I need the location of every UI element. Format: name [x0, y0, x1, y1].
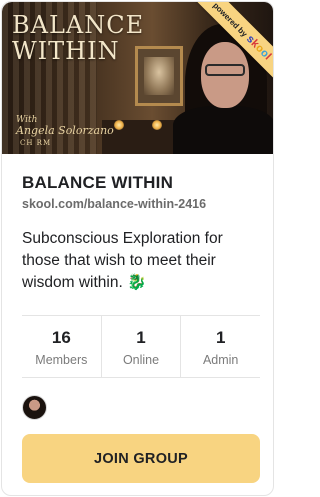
stat-admin-label: Admin — [202, 353, 239, 367]
banner-credentials: CH RM — [20, 139, 52, 147]
stat-online-value: 1 — [136, 328, 146, 347]
banner-candle — [152, 120, 162, 130]
group-name[interactable]: BALANCE WITHIN — [22, 173, 173, 193]
stat-online-label: Online — [122, 353, 160, 367]
member-avatar[interactable] — [22, 395, 47, 420]
group-card: BALANCE WITHIN With Angela Solorzano CH … — [1, 1, 274, 496]
stat-admin-value: 1 — [215, 328, 226, 347]
group-banner-image[interactable]: BALANCE WITHIN With Angela Solorzano CH … — [2, 2, 273, 154]
host-body — [173, 106, 273, 154]
banner-title-line2: WITHIN — [12, 37, 120, 65]
dragon-emoji-icon: 🐉 — [127, 274, 147, 291]
stat-members-label: Members — [35, 353, 88, 367]
group-description: Subconscious Exploration for those that … — [22, 228, 262, 294]
join-group-button[interactable]: JOIN GROUP — [22, 434, 260, 483]
stat-admin: 1 Admin — [180, 316, 260, 377]
stat-members-value: 16 — [51, 328, 71, 347]
group-url: skool.com/balance-within-2416 — [22, 197, 207, 211]
group-stats: 16 Members 1 Online 1 Admin — [22, 315, 260, 378]
banner-title-line1: BALANCE — [12, 11, 145, 39]
host-glasses — [205, 64, 245, 76]
stat-members: 16 Members — [22, 316, 101, 377]
group-description-text: Subconscious Exploration for those that … — [22, 230, 223, 291]
banner-title: BALANCE WITHIN — [12, 12, 182, 64]
banner-host-name: Angela Solorzano — [16, 124, 114, 137]
stat-online: 1 Online — [100, 316, 181, 377]
banner-candle — [114, 120, 124, 130]
